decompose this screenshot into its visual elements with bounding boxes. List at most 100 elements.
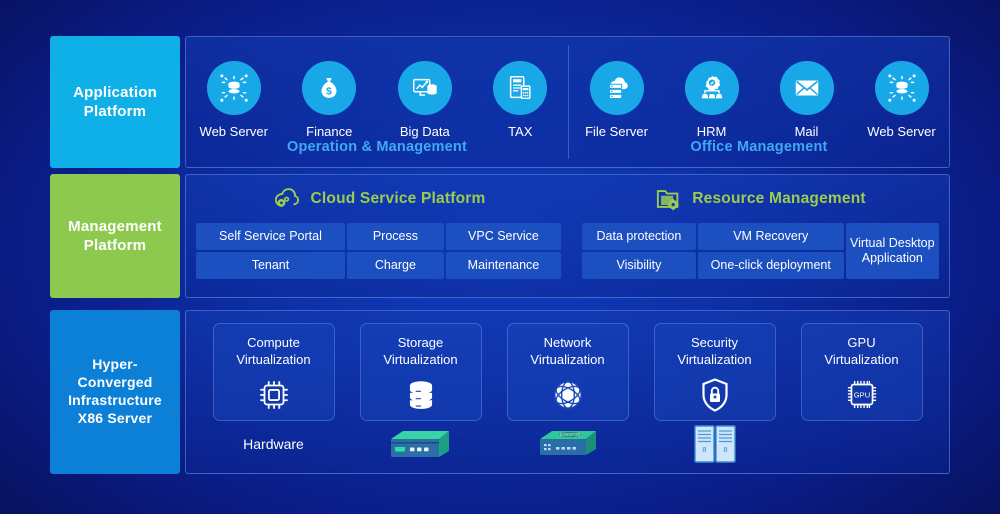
band-label-application-platform: Application Platform	[50, 36, 180, 168]
chip-one-click-deployment[interactable]: One-click deployment	[697, 252, 844, 279]
svg-text:8: 8	[702, 445, 706, 454]
money-bag-icon: $	[302, 61, 357, 115]
section-header: Resource Management	[572, 175, 949, 223]
app-item-big-data[interactable]: Big Data	[379, 61, 471, 139]
network-switch-icon: SANGFOR	[507, 421, 629, 467]
band-label-line: Application	[73, 83, 157, 101]
app-item-web-server[interactable]: Web Server	[188, 61, 280, 139]
chip-grid-cloud: Self Service Portal Process VPC Service …	[186, 223, 571, 289]
card-title-line: Compute	[247, 335, 300, 350]
group-operation-management: Web Server $ Finance Big Data TAX Operat…	[186, 37, 568, 167]
infrastructure-panel: Compute Virtualization Storage Virtualiz…	[185, 310, 950, 474]
app-item-file-server[interactable]: File Server	[571, 61, 663, 139]
file-server-cloud-icon	[589, 61, 644, 115]
cpu-chip-icon	[255, 375, 293, 415]
app-item-tax[interactable]: TAX	[474, 61, 566, 139]
svg-text:SANGFOR: SANGFOR	[559, 432, 580, 437]
card-network-virtualization[interactable]: Network Virtualization	[506, 323, 629, 421]
band-label-line: Infrastructure	[68, 392, 162, 408]
card-gpu-virtualization[interactable]: GPU Virtualization GPU	[800, 323, 923, 421]
app-item-label: Big Data	[399, 124, 450, 139]
group-office-management: File Server HRM Mail Web Server Office M…	[569, 37, 949, 167]
storage-array-icon	[360, 421, 482, 467]
app-item-label: HRM	[696, 124, 727, 139]
app-item-finance[interactable]: $ Finance	[283, 61, 375, 139]
hardware-empty-cell	[801, 421, 923, 467]
chip-process[interactable]: Process	[346, 223, 444, 250]
chip-virtual-desktop-application[interactable]: Virtual Desktop Application	[845, 223, 939, 279]
app-item-web-server-2[interactable]: Web Server	[856, 61, 948, 139]
tax-document-icon	[493, 61, 548, 115]
server-rack-icon: 8 8	[654, 421, 776, 467]
card-title-line: Virtualization	[530, 351, 605, 367]
app-item-label: Web Server	[199, 124, 268, 139]
section-header: Cloud Service Platform	[186, 175, 571, 223]
card-compute-virtualization[interactable]: Compute Virtualization	[212, 323, 335, 421]
section-title: Cloud Service Platform	[310, 190, 486, 207]
card-security-virtualization[interactable]: Security Virtualization	[653, 323, 776, 421]
card-storage-virtualization[interactable]: Storage Virtualization	[359, 323, 482, 421]
application-platform-row: Application Platform Web Server $ Financ…	[50, 36, 950, 168]
svg-text:8: 8	[723, 445, 727, 454]
app-item-hrm[interactable]: HRM	[666, 61, 758, 139]
architecture-diagram: Application Platform Web Server $ Financ…	[0, 0, 1000, 514]
shield-lock-icon	[697, 375, 733, 415]
cloud-gear-icon	[272, 186, 302, 212]
gpu-chip-text: GPU	[853, 391, 869, 400]
card-title-line: Virtualization	[677, 351, 752, 367]
big-data-icon	[397, 61, 452, 115]
card-title-line: GPU	[847, 335, 876, 350]
chip-vm-recovery[interactable]: VM Recovery	[697, 223, 844, 250]
chip-visibility[interactable]: Visibility	[582, 252, 696, 279]
chip-maintenance[interactable]: Maintenance	[445, 252, 561, 279]
section-title: Resource Management	[692, 190, 866, 207]
card-title-line: Storage	[397, 335, 444, 350]
card-title-line: Virtualization	[236, 351, 311, 367]
app-item-label: File Server	[585, 124, 648, 139]
card-title-line: Virtualization	[824, 351, 899, 367]
hardware-label-cell: Hardware	[213, 421, 335, 467]
web-server-icon	[206, 61, 261, 115]
hrm-org-gear-icon	[684, 61, 739, 115]
disk-stack-icon	[402, 375, 440, 415]
folder-gear-icon	[655, 186, 683, 212]
chip-tenant[interactable]: Tenant	[196, 252, 345, 279]
app-item-label: Web Server	[867, 124, 936, 139]
virtualization-card-row: Compute Virtualization Storage Virtualiz…	[186, 311, 949, 421]
app-item-label: Mail	[794, 124, 819, 139]
infrastructure-row: Hyper- Converged Infrastructure X86 Serv…	[50, 310, 950, 474]
card-title-line: Network	[543, 335, 592, 350]
group-title-office-management: Office Management	[690, 139, 828, 155]
band-label-line: Hyper-	[92, 356, 138, 373]
management-panel: Cloud Service Platform Self Service Port…	[185, 174, 950, 298]
band-label-line: Converged	[77, 374, 153, 391]
icon-row: Web Server $ Finance Big Data TAX	[186, 37, 568, 139]
application-panel: Web Server $ Finance Big Data TAX Operat…	[185, 36, 950, 168]
web-server-icon	[874, 61, 929, 115]
group-title-operation-management: Operation & Management	[286, 139, 468, 155]
chip-vpc-service[interactable]: VPC Service	[445, 223, 561, 250]
section-resource-management: Resource Management Data protection VM R…	[572, 175, 949, 297]
card-title-line: Virtualization	[383, 351, 458, 367]
globe-network-icon	[549, 375, 587, 415]
svg-text:$: $	[326, 87, 332, 98]
band-label-line: Platform	[83, 237, 147, 254]
band-label-line: Platform	[83, 103, 147, 120]
mail-envelope-icon	[779, 61, 834, 115]
management-platform-row: Management Platform Cloud Service Platfo…	[50, 174, 950, 298]
chip-self-service-portal[interactable]: Self Service Portal	[196, 223, 345, 250]
icon-row: File Server HRM Mail Web Server	[569, 37, 949, 139]
chip-charge[interactable]: Charge	[346, 252, 444, 279]
band-label-hyper-converged-infrastructure: Hyper- Converged Infrastructure X86 Serv…	[50, 310, 180, 474]
band-label-line: Management	[68, 217, 162, 235]
app-item-mail[interactable]: Mail	[761, 61, 853, 139]
hardware-label: Hardware	[243, 436, 304, 452]
section-cloud-service-platform: Cloud Service Platform Self Service Port…	[186, 175, 571, 297]
app-item-label: Finance	[306, 124, 353, 139]
band-label-line: X86 Server	[77, 409, 153, 426]
hardware-row: Hardware SANGFOR 8 8	[186, 421, 949, 475]
gpu-chip-icon: GPU	[842, 375, 882, 415]
chip-data-protection[interactable]: Data protection	[582, 223, 696, 250]
band-label-management-platform: Management Platform	[50, 174, 180, 298]
app-item-label: TAX	[508, 124, 533, 139]
